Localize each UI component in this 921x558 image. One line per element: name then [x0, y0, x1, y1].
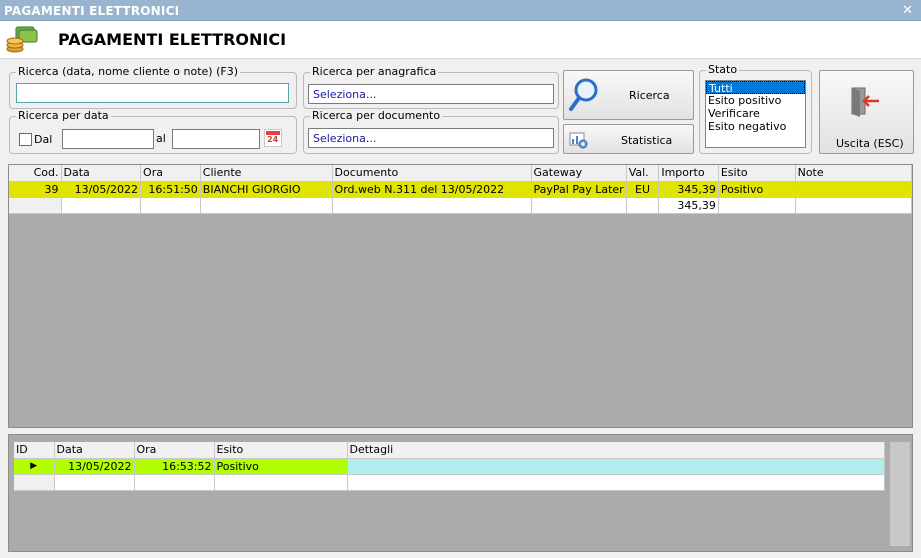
close-icon[interactable]: ✕: [902, 3, 913, 18]
stato-option[interactable]: Tutti: [706, 81, 805, 95]
statistica-button[interactable]: Statistica: [563, 124, 694, 154]
date-to-input[interactable]: [172, 129, 260, 149]
details-grid[interactable]: ID Data Ora Esito Dettagli ▶ 13/05/2022 …: [14, 442, 907, 546]
chart-gear-icon: [569, 132, 588, 149]
search-icon: [569, 78, 598, 111]
cell-documento: Ord.web N.311 del 13/05/2022: [332, 181, 532, 198]
totals-row: 345,39: [9, 197, 913, 214]
details-vertical-scrollbar[interactable]: [890, 442, 910, 546]
cell-dettagli: [347, 458, 885, 475]
date-from-input[interactable]: [62, 129, 154, 149]
ricerca-button[interactable]: Ricerca: [563, 70, 694, 120]
cell-esito: Positivo: [718, 181, 796, 198]
column-header-gateway[interactable]: Gateway: [531, 165, 627, 182]
date-search-label: Ricerca per data: [16, 109, 111, 122]
general-search-group: Ricerca (data, nome cliente o note) (F3): [9, 65, 297, 109]
page-title: PAGAMENTI ELETTRONICI: [58, 30, 287, 49]
stato-listbox[interactable]: Tutti Esito positivo Verificare Esito ne…: [705, 80, 806, 148]
documento-select[interactable]: Seleziona...: [308, 128, 554, 148]
column-header-data[interactable]: Data: [54, 442, 135, 459]
documento-search-label: Ricerca per documento: [310, 109, 443, 122]
column-header-ora[interactable]: Ora: [134, 442, 215, 459]
calendar-icon[interactable]: 24: [264, 129, 282, 147]
column-header-documento[interactable]: Documento: [332, 165, 532, 182]
payments-table: Cod. Data Ora Cliente Documento Gateway …: [9, 165, 913, 214]
dal-checkbox[interactable]: [19, 133, 32, 146]
stato-group: Stato Tutti Esito positivo Verificare Es…: [699, 63, 812, 154]
coins-stack-icon: [6, 26, 38, 53]
payments-header-row: Cod. Data Ora Cliente Documento Gateway …: [9, 165, 913, 182]
table-row[interactable]: ▶ 13/05/2022 16:53:52 Positivo: [14, 458, 885, 475]
date-search-group: Ricerca per data Dal al 24: [9, 109, 297, 154]
cell-ora: 16:53:52: [134, 458, 215, 475]
cell-val: EU: [626, 181, 660, 198]
window-title: PAGAMENTI ELETTRONICI: [4, 4, 180, 18]
stato-option[interactable]: Esito positivo: [706, 94, 805, 107]
general-search-input[interactable]: [16, 83, 289, 103]
details-panel: ID Data Ora Esito Dettagli ▶ 13/05/2022 …: [8, 434, 913, 552]
details-header-row: ID Data Ora Esito Dettagli: [14, 442, 885, 459]
stato-label: Stato: [706, 63, 740, 76]
cell-data: 13/05/2022: [61, 181, 142, 198]
column-header-note[interactable]: Note: [795, 165, 913, 182]
cell-ora: 16:51:50: [140, 181, 201, 198]
cell-cod: 39: [9, 181, 62, 198]
current-row-marker: ▶: [14, 458, 55, 475]
column-header-esito[interactable]: Esito: [214, 442, 348, 459]
column-header-esito[interactable]: Esito: [718, 165, 796, 182]
statistica-label: Statistica: [621, 134, 673, 147]
dal-label: Dal: [34, 133, 53, 146]
page-header: PAGAMENTI ELETTRONICI: [0, 21, 921, 59]
cell-note: [795, 181, 913, 198]
calendar-day: 24: [267, 135, 279, 144]
cell-gateway: PayPal Pay Later: [531, 181, 627, 198]
al-label: al: [156, 132, 166, 145]
column-header-data[interactable]: Data: [61, 165, 142, 182]
stato-option[interactable]: Verificare: [706, 107, 805, 120]
column-header-id[interactable]: ID: [14, 442, 55, 459]
exit-door-icon: [851, 87, 879, 117]
window-titlebar: PAGAMENTI ELETTRONICI ✕: [0, 0, 921, 21]
uscita-label: Uscita (ESC): [836, 137, 904, 150]
ricerca-label: Ricerca: [629, 89, 670, 102]
column-header-dettagli[interactable]: Dettagli: [347, 442, 885, 459]
cell-cliente: BIANCHI GIORGIO: [200, 181, 333, 198]
column-header-cod[interactable]: Cod.: [9, 165, 62, 182]
payments-grid[interactable]: Cod. Data Ora Cliente Documento Gateway …: [8, 164, 913, 428]
column-header-ora[interactable]: Ora: [140, 165, 201, 182]
stato-option[interactable]: Esito negativo: [706, 120, 805, 133]
general-search-label: Ricerca (data, nome cliente o note) (F3): [16, 65, 241, 78]
anagrafica-search-group: Ricerca per anagrafica Seleziona...: [303, 65, 559, 109]
table-row[interactable]: 39 13/05/2022 16:51:50 BIANCHI GIORGIO O…: [9, 181, 913, 198]
anagrafica-select[interactable]: Seleziona...: [308, 84, 554, 104]
uscita-button[interactable]: Uscita (ESC): [819, 70, 914, 154]
cell-data: 13/05/2022: [54, 458, 135, 475]
documento-search-group: Ricerca per documento Seleziona...: [303, 109, 559, 154]
column-header-importo[interactable]: Importo: [658, 165, 719, 182]
anagrafica-search-label: Ricerca per anagrafica: [310, 65, 439, 78]
cell-esito: Positivo: [214, 458, 348, 475]
cell-importo: 345,39: [658, 181, 719, 198]
total-importo: 345,39: [658, 197, 719, 214]
column-header-val[interactable]: Val.: [626, 165, 660, 182]
details-table: ID Data Ora Esito Dettagli ▶ 13/05/2022 …: [14, 442, 885, 491]
new-row[interactable]: [14, 474, 885, 491]
column-header-cliente[interactable]: Cliente: [200, 165, 333, 182]
